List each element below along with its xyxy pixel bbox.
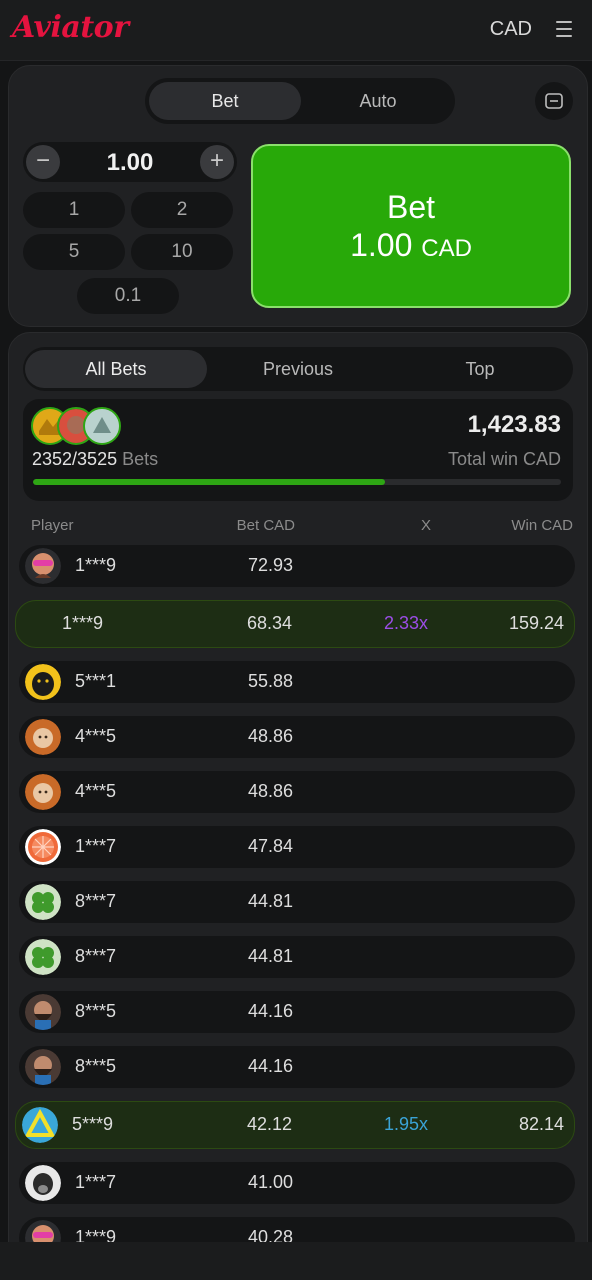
bet-button-amount-line: 1.00 CAD [253, 226, 569, 268]
bets-count-value: 2352/3525 [32, 449, 118, 469]
bet-amount: 55.88 [247, 671, 293, 691]
bet-button-currency: CAD [421, 235, 472, 262]
avatar [83, 407, 121, 445]
player-name: 4***5 [75, 781, 117, 801]
tab-all-bets[interactable]: All Bets [25, 350, 207, 388]
bets-list: 1***9 72.93 1***9 68.34 2.33x 159.24 5***1 55.8… [15, 545, 577, 1272]
bets-progress-fill [33, 479, 386, 485]
player-name: 8***7 [75, 891, 117, 911]
player-name: 8***7 [75, 946, 117, 966]
bet-amount: 48.86 [247, 781, 293, 801]
place-bet-button[interactable]: Bet 1.00 CAD [251, 144, 571, 308]
player-name: 4***5 [75, 726, 117, 746]
player-name: 5***1 [75, 671, 117, 691]
table-row: 4***5 48.86 [19, 771, 575, 813]
table-row: 1***7 41.00 [19, 1162, 575, 1204]
bet-button-amount: 1.00 [350, 227, 413, 263]
avatar [25, 719, 61, 755]
player-name: 1***9 [75, 555, 117, 575]
column-header-bet: Bet CAD [236, 517, 295, 534]
bet-amount: 72.93 [247, 555, 293, 575]
avatar [22, 1107, 58, 1143]
bet-amount: 42.12 [246, 1114, 292, 1134]
bet-button-label: Bet [386, 189, 436, 225]
column-header-x: X [420, 517, 431, 534]
table-row: 8***5 44.16 [19, 991, 575, 1033]
table-row: 8***7 44.81 [19, 936, 575, 978]
column-header-player: Player [31, 517, 74, 534]
bet-amount: 48.86 [247, 726, 293, 746]
bet-panel: Bet Auto − 1.00 + 1 2 5 10 0.1 Bet 1.00 … [8, 65, 588, 327]
bet-mode-tabs: Bet Auto [145, 78, 455, 124]
avatar [25, 548, 61, 584]
player-name: 8***5 [75, 1056, 117, 1076]
bet-amount: 44.81 [247, 891, 293, 911]
table-row: 4***5 48.86 [19, 716, 575, 758]
quick-amount-10[interactable]: 10 [131, 234, 233, 270]
win-amount: 159.24 [508, 613, 564, 633]
bet-amount: 68.34 [246, 613, 292, 633]
cashout-multiplier: 2.33x [383, 613, 428, 633]
bets-summary: 2352/3525 Bets 1,423.83 Total win CAD [23, 399, 573, 501]
quick-amount-2[interactable]: 2 [131, 192, 233, 228]
cashout-multiplier: 1.95x [383, 1114, 428, 1134]
bet-amount: 44.16 [247, 1001, 293, 1021]
bets-count-text: 2352/3525 Bets [32, 449, 158, 470]
tab-auto[interactable]: Auto [305, 82, 451, 120]
table-row: 1***7 47.84 [19, 826, 575, 868]
table-row: 5***9 42.12 1.95x 82.14 [15, 1101, 575, 1149]
table-row: 8***7 44.81 [19, 881, 575, 923]
currency-label[interactable]: CAD [490, 18, 532, 41]
avatar [25, 939, 61, 975]
avatar [25, 829, 61, 865]
table-row: 5***1 55.88 [19, 661, 575, 703]
winner-avatars [31, 407, 141, 447]
table-row: 1***9 72.93 [19, 545, 575, 587]
app-header: Aviator CAD [0, 0, 592, 61]
table-row: 8***5 44.16 [19, 1046, 575, 1088]
avatar [25, 1165, 61, 1201]
avatar [25, 774, 61, 810]
bet-amount: 44.16 [247, 1056, 293, 1076]
increase-amount-button[interactable]: + [200, 145, 234, 179]
column-header-win: Win CAD [511, 517, 573, 534]
avatar [25, 994, 61, 1030]
tab-previous[interactable]: Previous [207, 350, 389, 388]
table-row: 1***9 68.34 2.33x 159.24 [15, 600, 575, 648]
aviator-logo[interactable]: Aviator [12, 10, 129, 45]
bet-amount: 44.81 [247, 946, 293, 966]
avatar [25, 884, 61, 920]
hamburger-menu-icon[interactable] [556, 21, 572, 37]
player-name: 8***5 [75, 1001, 117, 1021]
player-name: 1***9 [62, 613, 104, 633]
bet-amount-stepper: − 1.00 + [23, 142, 237, 182]
player-name: 1***7 [75, 1172, 117, 1192]
win-amount: 82.14 [518, 1114, 564, 1134]
bet-amount-value[interactable]: 1.00 [73, 149, 187, 177]
bet-amount: 41.00 [247, 1172, 293, 1192]
bets-list-tabs: All Bets Previous Top [23, 347, 573, 391]
bet-amount: 47.84 [247, 836, 293, 856]
decrease-amount-button[interactable]: − [26, 145, 60, 179]
bets-list-panel: All Bets Previous Top 2352/3525 Bets 1,4… [8, 332, 588, 1274]
collapse-panel-button[interactable] [535, 82, 573, 120]
player-name: 1***7 [75, 836, 117, 856]
bets-progress-bar [33, 479, 561, 485]
player-name: 5***9 [72, 1114, 114, 1134]
tab-bet[interactable]: Bet [149, 82, 301, 120]
minus-square-icon [545, 93, 563, 109]
tab-top[interactable]: Top [389, 350, 571, 388]
avatar [25, 664, 61, 700]
total-win-label: Total win CAD [447, 449, 561, 469]
quick-amount-5[interactable]: 5 [23, 234, 125, 270]
total-win-amount: 1,423.83 [467, 411, 561, 438]
avatar [25, 1049, 61, 1085]
bets-count-label: Bets [122, 449, 159, 469]
quick-amount-0-1[interactable]: 0.1 [77, 278, 179, 314]
quick-amount-1[interactable]: 1 [23, 192, 125, 228]
bottom-bar [0, 1242, 592, 1280]
